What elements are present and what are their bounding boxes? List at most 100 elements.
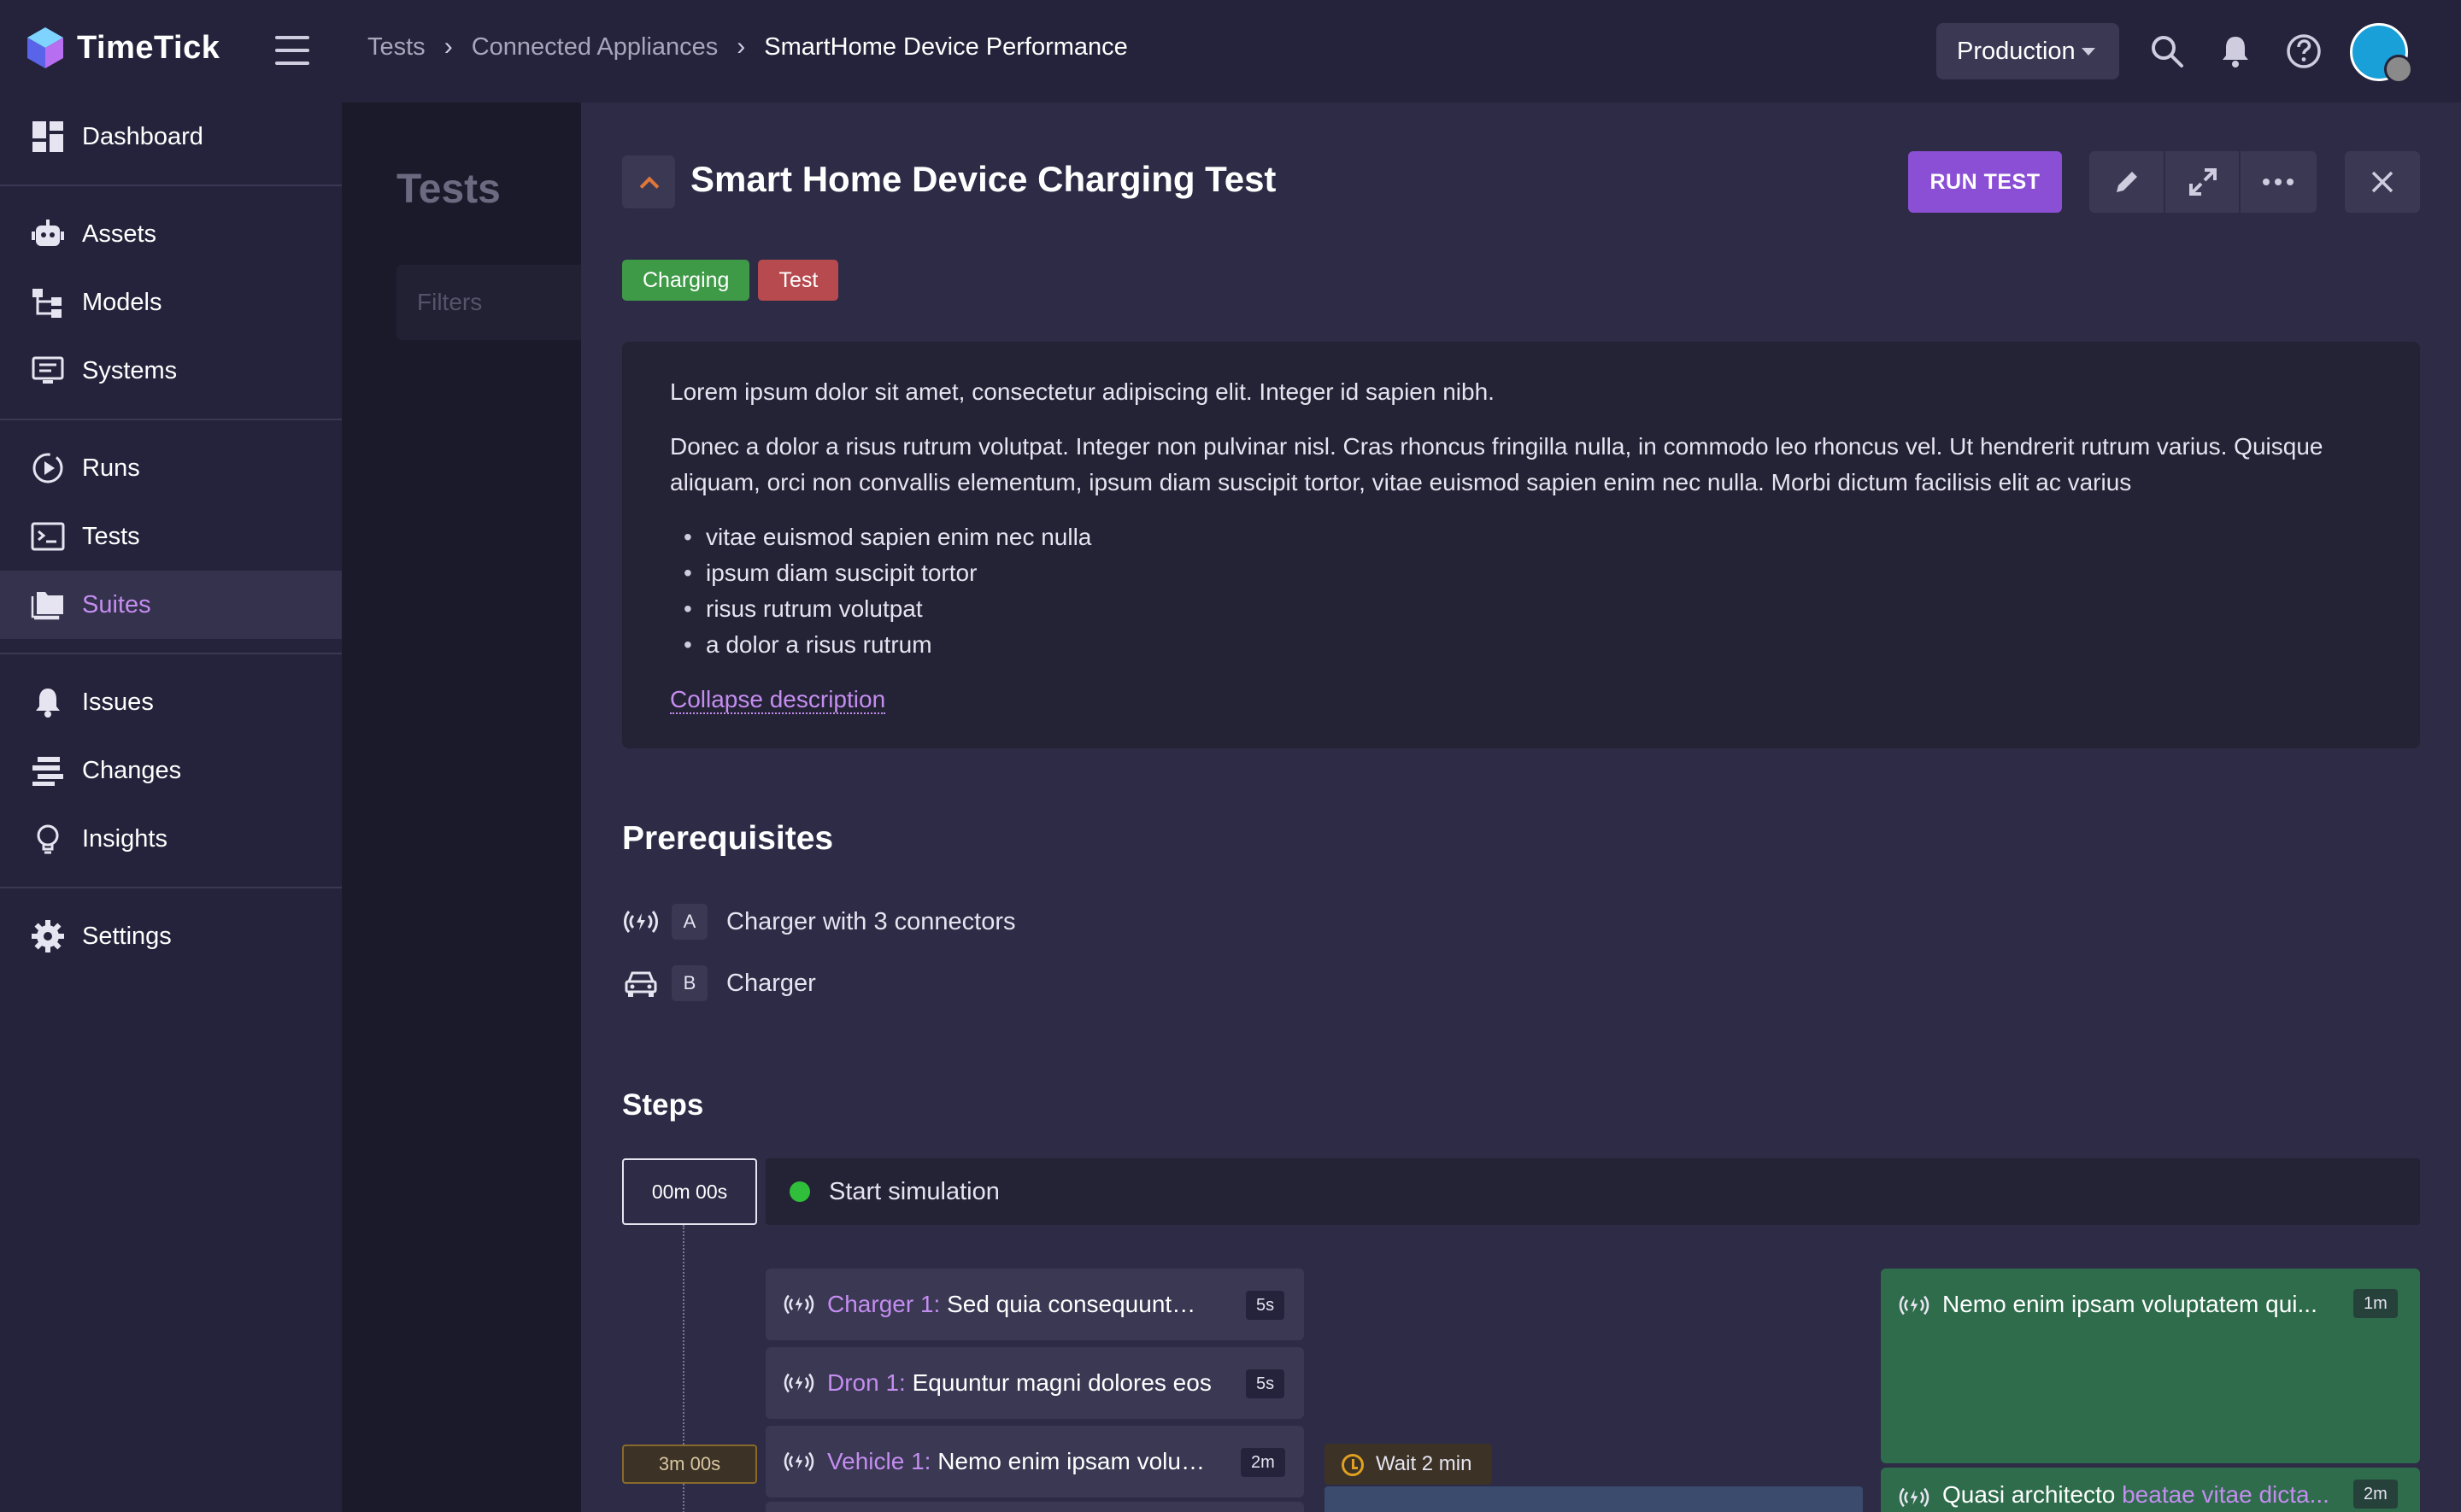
step-duration: 5s [1246,1369,1285,1398]
bulb-icon [37,824,59,854]
menu-toggle-icon[interactable] [275,36,309,65]
avatar-status-icon [2384,55,2413,84]
expand-icon [2188,168,2217,196]
edit-button[interactable] [2089,151,2165,213]
prerequisite-item[interactable]: A Charger with 3 connectors [622,900,1016,943]
step-card[interactable] [1324,1486,1863,1512]
step-description: Nemo enim ipsam volup... [937,1448,1212,1474]
sidebar-item-insights[interactable]: Insights [0,805,342,873]
tag-test[interactable]: Test [758,260,839,301]
sidebar-item-label: Tests [82,522,140,550]
sidebar-item-label: Systems [82,356,178,384]
sidebar-item-label: Changes [82,756,182,784]
prerequisite-letter: A [672,904,708,940]
sidebar-divider [0,653,342,654]
prerequisites-heading: Prerequisites [622,820,834,857]
bell-icon[interactable] [2217,32,2254,70]
gear-icon [32,920,64,952]
collapse-panel-button[interactable] [622,155,675,208]
app-logo[interactable]: TimeTick [26,26,220,70]
tests-list-pane: Tests Filters [342,103,584,1512]
tag-charging[interactable]: Charging [622,260,750,301]
breadcrumb-tests[interactable]: Tests [367,33,426,62]
run-test-button[interactable]: RUN TEST [1908,151,2062,213]
environment-select[interactable]: Production [1936,23,2119,79]
signal-icon [624,911,658,933]
step-card[interactable]: Dron 1: Equuntur magni dolores eos 5s [766,1347,1304,1419]
top-bar: TimeTick Tests › Connected Appliances › … [0,0,2461,103]
tag-list: Charging Test [622,260,839,301]
sidebar-divider [0,887,342,888]
folder-icon [31,592,63,620]
more-options-button[interactable] [2241,151,2317,213]
step-card[interactable]: Vehicle 1: Nemo enim ipsam volup... 2m [766,1426,1304,1497]
pencil-icon [2117,172,2137,192]
prerequisite-text: Charger [726,969,816,997]
time-marker: 3m 00s [622,1445,757,1484]
step-description: Equuntur magni dolores eos [912,1369,1212,1396]
step-text: Dron 1: Equuntur magni dolores eos [827,1369,1220,1397]
status-dot-icon [790,1181,810,1202]
filters-placeholder: Filters [417,289,483,315]
step-description: Sed quia consequuntur... [947,1291,1203,1317]
description-paragraph: Lorem ipsum dolor sit amet, consectetur … [670,378,1495,405]
expand-button[interactable] [2165,151,2241,213]
sidebar-item-settings[interactable]: Settings [0,902,342,970]
sidebar-item-systems[interactable]: Systems [0,337,342,405]
sidebar-item-label: Suites [82,590,151,618]
sidebar-item-runs[interactable]: Runs [0,434,342,502]
bell-icon [36,689,60,718]
sidebar-item-issues[interactable]: Issues [0,668,342,736]
more-horizontal-icon [2263,179,2294,185]
help-icon[interactable] [2285,32,2323,70]
signal-icon [784,1451,814,1472]
sidebar-item-dashboard[interactable]: Dashboard [0,103,342,171]
list-item: ipsum diam suscipit tortor [670,555,2372,591]
step-card-highlighted[interactable]: Quasi architecto beatae vitae dicta... 2… [1881,1468,2420,1512]
cube-logo-icon [27,27,63,68]
collapse-description-link[interactable]: Collapse description [670,686,886,714]
caret-down-icon [2082,48,2095,56]
step-card[interactable] [766,1502,1304,1512]
signal-icon [784,1373,814,1393]
filters-input[interactable]: Filters [396,265,584,340]
environment-value: Production [1957,37,2076,65]
start-time-box: 00m 00s [622,1158,757,1225]
sidebar-item-assets[interactable]: Assets [0,200,342,268]
sidebar-item-suites[interactable]: Suites [0,571,342,639]
wait-step[interactable]: Wait 2 min [1324,1444,1493,1485]
step-duration: 2m [1241,1448,1285,1477]
step-card-highlighted[interactable]: Nemo enim ipsam voluptatem qui... 1m [1881,1269,2420,1463]
sidebar-item-label: Models [82,288,162,316]
test-title: Smart Home Device Charging Test [690,159,1277,199]
chevron-right-icon: › [737,32,746,61]
description-list: vitae euismod sapien enim nec nulla ipsu… [670,519,2372,663]
app-name: TimeTick [77,29,220,66]
search-icon[interactable] [2148,32,2186,70]
sidebar-item-models[interactable]: Models [0,268,342,337]
start-simulation-step[interactable]: Start simulation [766,1158,2420,1225]
signal-icon [784,1294,814,1315]
step-text: Charger 1: Sed quia consequuntur... [827,1291,1203,1318]
models-icon [32,289,62,318]
dashboard-icon [32,121,63,152]
close-panel-button[interactable] [2345,151,2420,213]
terminal-icon [31,522,65,551]
step-ref: Dron 1: [827,1369,906,1396]
sidebar-item-changes[interactable]: Changes [0,736,342,805]
sidebar: Dashboard Assets Models Systems Runs Tes… [0,103,342,1512]
step-description: Nemo enim ipsam voluptatem qui... [1942,1291,2317,1317]
sidebar-item-label: Runs [82,454,140,482]
breadcrumb-connected-appliances[interactable]: Connected Appliances [472,33,719,62]
car-icon [625,971,657,997]
step-text: Quasi architecto beatae vitae dicta... [1942,1481,2335,1509]
step-description: Quasi architecto [1942,1481,2123,1508]
step-ref: beatae vitae dicta... [2122,1481,2329,1508]
sidebar-item-tests[interactable]: Tests [0,502,342,571]
toolbar [2089,151,2317,213]
step-card[interactable]: Charger 1: Sed quia consequuntur... 5s [766,1269,1304,1340]
robot-icon [32,220,64,246]
start-simulation-label: Start simulation [829,1177,1000,1205]
prerequisite-item[interactable]: B Charger [622,962,816,1005]
chevron-right-icon: › [443,32,453,61]
